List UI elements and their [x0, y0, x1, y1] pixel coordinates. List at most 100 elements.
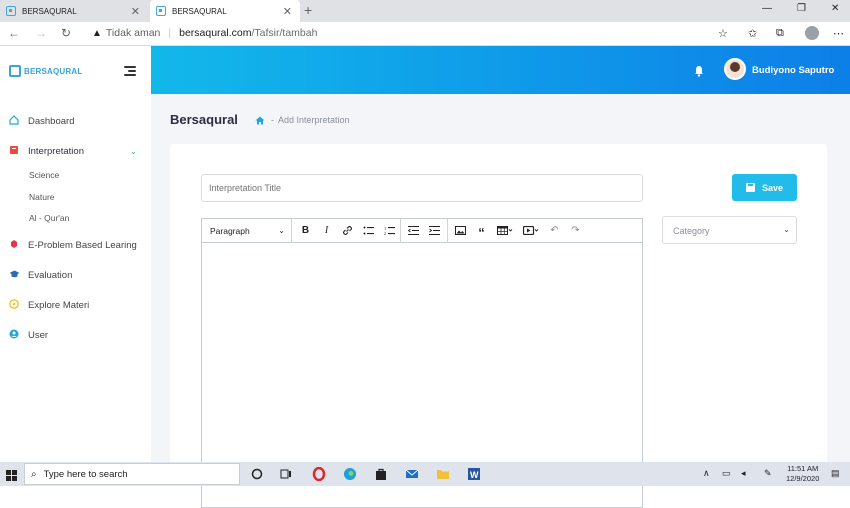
user-name[interactable]: Budiyono Saputro	[752, 65, 834, 76]
site-favicon-icon	[6, 6, 16, 16]
word-icon[interactable]: W	[467, 467, 481, 481]
tab-title: BERSAQURAL	[172, 6, 227, 16]
svg-text:W: W	[470, 470, 479, 480]
bold-icon[interactable]: B	[295, 219, 316, 243]
form-card: Save Category ⌄ Paragraph ⌄ B I	[170, 144, 827, 508]
sidebar-item-e-problem[interactable]: E-Problem Based Learing	[8, 239, 137, 252]
indent-icon[interactable]	[424, 219, 445, 243]
link-icon[interactable]	[337, 219, 358, 243]
mail-icon[interactable]	[405, 467, 419, 481]
cortana-icon[interactable]	[250, 467, 264, 481]
site-favicon-icon	[156, 6, 166, 16]
graduation-cap-icon	[8, 269, 20, 282]
svg-text:2: 2	[384, 231, 387, 235]
sidebar-item-interpretation[interactable]: Interpretation	[8, 145, 84, 158]
breadcrumb: - Add Interpretation	[255, 115, 350, 125]
opera-icon[interactable]	[312, 466, 326, 482]
main-content: Bersaqural - Add Interpretation Save Cat…	[151, 94, 850, 508]
italic-icon[interactable]: I	[316, 219, 337, 243]
battery-icon[interactable]: ▭	[722, 468, 731, 479]
chevron-up-icon[interactable]: ∧	[703, 468, 710, 479]
task-view-icon[interactable]	[279, 467, 293, 481]
clock-date: 12/9/2020	[786, 474, 820, 483]
url-field[interactable]: ▲ Tidak aman | bersaqural.com/Tafsir/tam…	[92, 27, 317, 39]
system-clock[interactable]: 11:51 AM 12/9/2020	[786, 464, 819, 484]
reload-icon[interactable]: ↻	[61, 26, 71, 40]
close-window-icon[interactable]: ✕	[831, 3, 839, 14]
sidebar-item-explore-materi[interactable]: Explore Materi	[8, 299, 89, 312]
pen-icon[interactable]: ✎	[764, 468, 772, 479]
sidebar-item-label: Dashboard	[28, 116, 75, 127]
page-title: Bersaqural	[170, 112, 238, 127]
chevron-down-icon: ⌄	[783, 225, 790, 234]
interpretation-title-input[interactable]	[201, 174, 643, 202]
outdent-icon[interactable]	[403, 219, 424, 243]
forward-arrow-icon[interactable]: →	[35, 26, 47, 40]
profile-avatar[interactable]	[805, 26, 819, 40]
user-icon	[8, 329, 20, 342]
app-logo[interactable]: BERSAQURAL	[9, 65, 82, 77]
sidebar: BERSAQURAL Dashboard Interpretation ⌄ Sc…	[0, 46, 151, 462]
sidebar-subitem-nature[interactable]: Nature	[29, 192, 55, 202]
maximize-icon[interactable]: ❐	[797, 3, 806, 14]
category-select[interactable]: Category ⌄	[662, 216, 797, 244]
table-icon[interactable]	[492, 219, 518, 243]
avatar[interactable]	[724, 58, 746, 80]
bell-icon[interactable]	[694, 64, 704, 77]
blockquote-icon[interactable]: “	[471, 219, 492, 243]
taskbar-search[interactable]: ⌕ Type here to search	[24, 463, 240, 485]
editor-toolbar: Paragraph ⌄ B I 12 “ ↶ ↷	[202, 218, 642, 243]
breadcrumb-separator: -	[271, 115, 274, 125]
compass-icon	[8, 299, 20, 312]
browser-tab[interactable]: BERSAQURAL ✕	[0, 0, 148, 22]
new-tab-icon[interactable]: +	[304, 2, 312, 18]
address-bar: ← → ↻ ▲ Tidak aman | bersaqural.com/Tafs…	[0, 22, 850, 46]
sidebar-item-evaluation[interactable]: Evaluation	[8, 269, 72, 282]
browser-tab-strip: BERSAQURAL ✕ BERSAQURAL ✕ + — ❐ ✕	[0, 0, 850, 22]
favorites-icon[interactable]: ✩	[748, 27, 757, 40]
image-icon[interactable]	[450, 219, 471, 243]
numbered-list-icon[interactable]: 12	[379, 219, 400, 243]
file-explorer-icon[interactable]	[436, 467, 450, 481]
save-button[interactable]: Save	[732, 174, 797, 201]
url-host: bersaqural.com	[179, 27, 252, 39]
back-arrow-icon[interactable]: ←	[8, 26, 20, 40]
undo-icon[interactable]: ↶	[544, 219, 565, 243]
url-path: /Tafsir/tambah	[251, 27, 318, 39]
sidebar-item-dashboard[interactable]: Dashboard	[8, 115, 74, 128]
media-embed-icon[interactable]	[518, 219, 544, 243]
clock-time: 11:51 AM	[787, 464, 819, 473]
minimize-icon[interactable]: —	[762, 3, 772, 14]
bulleted-list-icon[interactable]	[358, 219, 379, 243]
home-icon[interactable]	[255, 116, 265, 125]
hamburger-menu-icon[interactable]	[124, 66, 136, 78]
sidebar-subitem-alquran[interactable]: Al - Qur'an	[29, 213, 69, 223]
home-icon	[8, 115, 20, 128]
sidebar-item-label: Evaluation	[28, 270, 73, 281]
windows-start-icon[interactable]	[6, 468, 17, 481]
warning-icon: ▲	[92, 27, 102, 39]
notifications-icon[interactable]: ▤	[831, 468, 840, 479]
sidebar-item-label: Explore Materi	[28, 300, 90, 311]
svg-text:1: 1	[384, 226, 387, 231]
store-icon[interactable]	[374, 467, 388, 481]
edge-icon[interactable]	[343, 467, 357, 481]
sidebar-item-label: Interpretation	[28, 146, 84, 157]
volume-icon[interactable]: ◂	[741, 468, 746, 479]
collections-icon[interactable]: ⧉	[776, 27, 784, 40]
sidebar-item-user[interactable]: User	[8, 329, 48, 342]
tab-title: BERSAQURAL	[22, 6, 77, 16]
chevron-down-icon: ⌄	[278, 226, 285, 235]
close-tab-icon[interactable]: ✕	[131, 5, 140, 18]
sidebar-item-label: User	[28, 330, 49, 341]
breadcrumb-current: Add Interpretation	[278, 115, 350, 125]
more-menu-icon[interactable]: ⋯	[833, 27, 844, 40]
chevron-down-icon[interactable]: ⌄	[130, 147, 137, 156]
redo-icon[interactable]: ↷	[565, 219, 586, 243]
browser-tab-active[interactable]: BERSAQURAL ✕	[150, 0, 300, 22]
star-icon[interactable]: ☆	[718, 27, 728, 40]
paragraph-format-dropdown[interactable]: Paragraph ⌄	[202, 218, 292, 243]
close-tab-icon[interactable]: ✕	[283, 5, 292, 18]
sidebar-item-label: E-Problem Based Learing	[28, 240, 137, 251]
sidebar-subitem-science[interactable]: Science	[29, 170, 59, 180]
